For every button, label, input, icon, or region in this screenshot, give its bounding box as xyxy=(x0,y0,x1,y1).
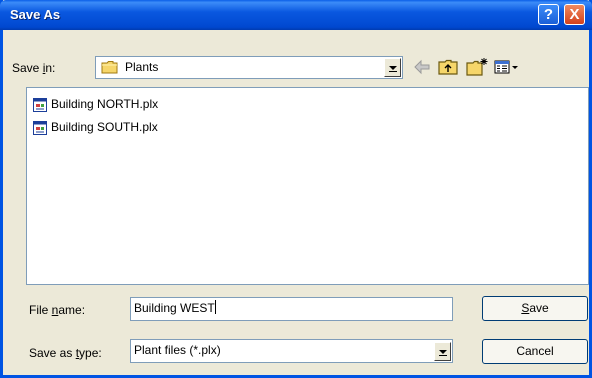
plx-file-icon xyxy=(33,121,47,135)
save-as-dialog: Save As ? X Save in: Plants Building NOR… xyxy=(0,0,592,378)
plx-file-icon xyxy=(33,98,47,112)
file-name-input[interactable]: Building WEST xyxy=(130,297,453,321)
folder-icon xyxy=(101,61,118,74)
back-arrow-icon[interactable] xyxy=(412,57,432,77)
text-caret xyxy=(214,300,216,314)
file-name-label: File name: xyxy=(29,303,86,317)
save-in-label: Save in: xyxy=(12,61,56,75)
save-in-dropdown-button[interactable] xyxy=(384,58,401,77)
save-as-type-dropdown-button[interactable] xyxy=(434,342,451,361)
cancel-button[interactable]: Cancel xyxy=(482,339,588,364)
new-folder-icon[interactable] xyxy=(465,57,489,77)
save-as-type-label: Save as type: xyxy=(29,346,102,360)
list-item[interactable]: Building SOUTH.plx xyxy=(33,120,233,136)
close-button[interactable]: X xyxy=(564,4,585,25)
save-as-type-value: Plant files (*.plx) xyxy=(134,343,221,357)
title-bar[interactable]: Save As ? X xyxy=(0,0,592,30)
dialog-title: Save As xyxy=(10,7,61,22)
file-name-label: Building NORTH.plx xyxy=(51,97,159,111)
up-folder-icon[interactable] xyxy=(437,57,459,77)
list-item[interactable]: Building NORTH.plx xyxy=(33,97,233,113)
file-name-label: Building SOUTH.plx xyxy=(51,120,158,134)
save-in-value: Plants xyxy=(125,60,159,74)
save-in-dropdown[interactable]: Plants xyxy=(95,56,403,79)
save-as-type-dropdown[interactable]: Plant files (*.plx) xyxy=(130,339,453,363)
help-button[interactable]: ? xyxy=(538,4,559,25)
view-menu-icon[interactable] xyxy=(493,57,521,77)
file-list[interactable]: Building NORTH.plx Building SOUTH.plx xyxy=(26,87,589,285)
save-button[interactable]: Save xyxy=(482,296,588,321)
